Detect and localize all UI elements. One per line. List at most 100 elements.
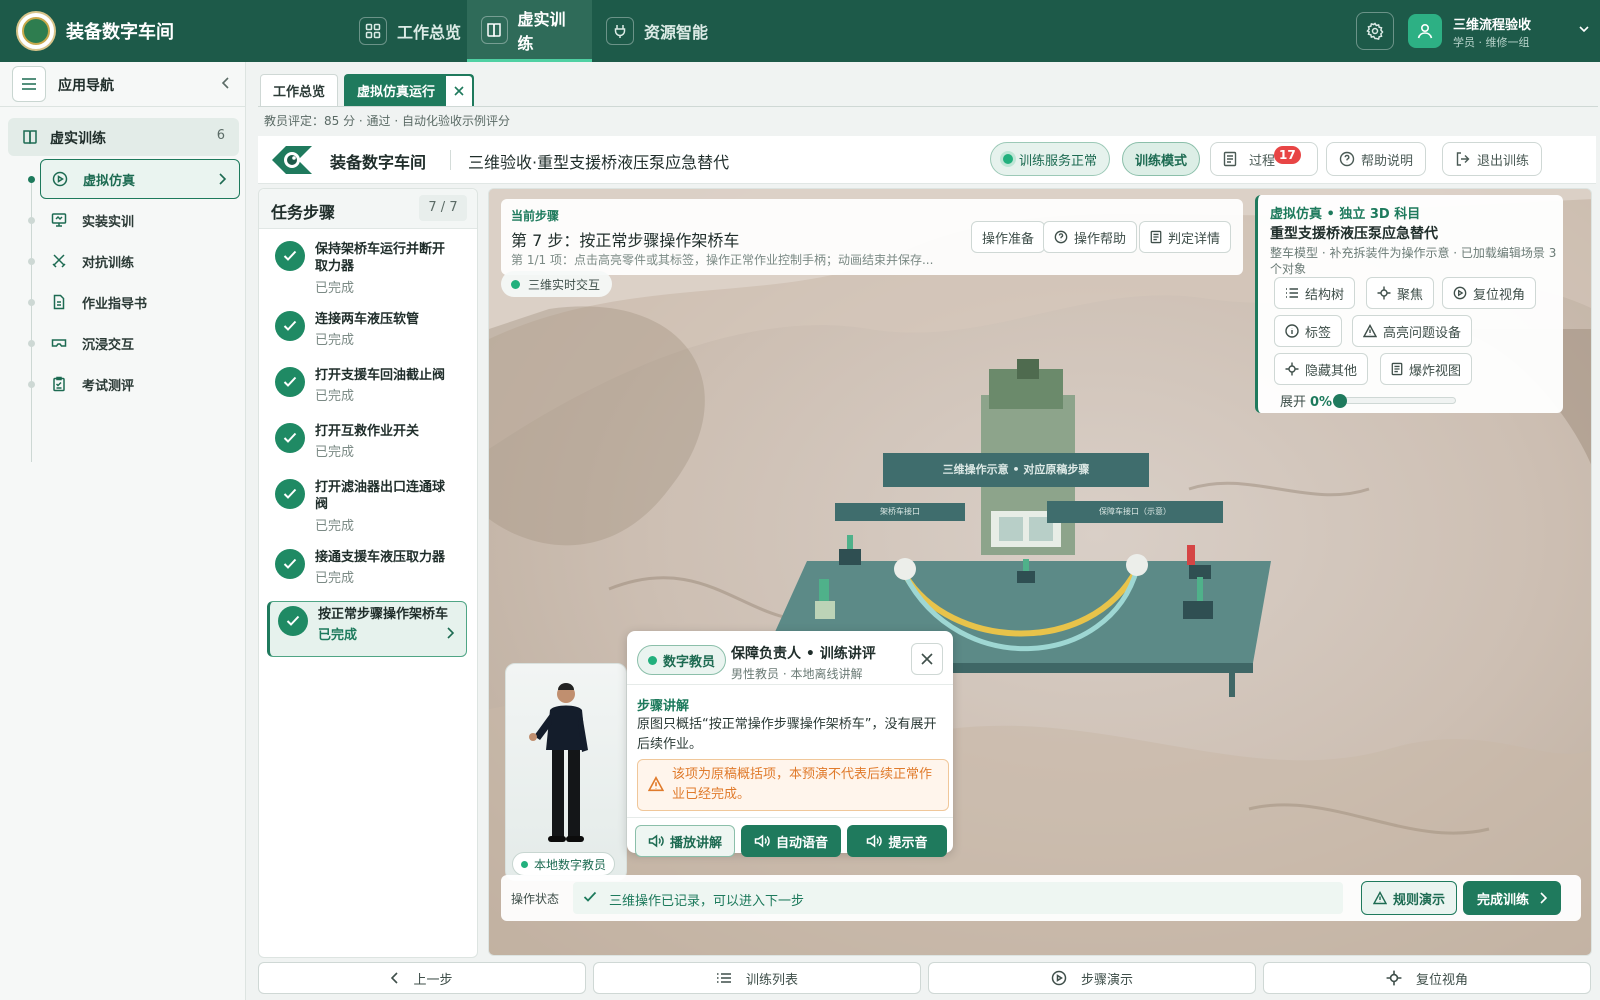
step-item[interactable]: 打开支援车回油截止阀 已完成: [267, 363, 467, 411]
sidebar-item-immersive[interactable]: 沉浸交互: [40, 323, 240, 363]
vr-headset-icon: [50, 335, 68, 351]
sidebar-group-virtual-training[interactable]: 虚实训练 6: [8, 118, 239, 156]
sidebar-item-label: 实装实训: [82, 214, 135, 230]
slider-knob[interactable]: [1333, 394, 1347, 408]
grid-icon: [359, 17, 387, 45]
current-step-title: 第 7 步：按正常步骤操作架桥车: [511, 231, 740, 250]
current-step-label: 当前步骤: [511, 209, 560, 223]
topnav-work-overview[interactable]: 工作总览: [345, 0, 475, 62]
current-step-detail: 第 1/1 项：点击高亮零件或其标签，操作正常作业控制手柄；动画结束并保存...: [511, 253, 934, 267]
warning-box: 该项为原稿概括项，本预演不代表后续正常作业已经完成。: [637, 759, 949, 811]
training-list-button[interactable]: 训练列表: [593, 962, 921, 994]
sidebar-item-equipment-training[interactable]: 实装实训: [40, 200, 240, 240]
training-header: 装备数字车间 三维验收·重型支援桥液压泵应急替代 训练服务正常 训练模式 过程 …: [258, 136, 1596, 184]
step-item[interactable]: 连接两车液压软管 已完成: [267, 307, 467, 355]
step-demo-button[interactable]: 步骤演示: [928, 962, 1256, 994]
book-icon: [22, 129, 38, 145]
app-logo: [16, 11, 56, 51]
step-status: 已完成: [318, 628, 358, 643]
virtual-simulation-panel: 虚拟仿真 • 独立 3D 科目 重型支援桥液压泵应急替代 整车模型 · 补充拆装…: [1255, 195, 1563, 413]
crosshair-icon: [1377, 286, 1391, 300]
check-icon: [275, 367, 305, 397]
close-tab-icon[interactable]: [445, 74, 474, 107]
user-menu[interactable]: 三维流程验收 学员 · 维修一组: [1408, 8, 1592, 54]
tab-work-overview[interactable]: 工作总览: [260, 74, 339, 106]
live-tag-label: 三维实时交互: [528, 277, 601, 292]
help-button[interactable]: 帮助说明: [1326, 142, 1427, 176]
check-icon: [278, 606, 308, 636]
finish-training-button[interactable]: 完成训练: [1463, 881, 1561, 915]
divider: [450, 150, 451, 170]
warning-icon: [1372, 891, 1387, 905]
prompt-sound-button[interactable]: 提示音: [847, 825, 947, 857]
sidebar-group-label: 虚实训练: [50, 131, 106, 147]
collapse-sidebar-icon[interactable]: [220, 76, 232, 90]
step-item[interactable]: 打开互救作业开关 已完成: [267, 419, 467, 467]
speaker-icon: [648, 834, 664, 848]
warning-icon: [1363, 324, 1377, 338]
previous-step-button[interactable]: 上一步: [258, 962, 586, 994]
check-icon: [275, 479, 305, 509]
operation-help-button[interactable]: 操作帮助: [1043, 221, 1138, 253]
instructor-dialog: 数字教员 保障负责人 • 训练讲评 男性教员 · 本地离线讲解 步骤讲解 原图只…: [627, 631, 953, 857]
mode-label: 训练模式: [1135, 153, 1188, 169]
button-label: 训练列表: [745, 972, 798, 988]
expand-slider[interactable]: [1333, 394, 1456, 408]
play-circle-icon: [1051, 970, 1067, 986]
button-label: 操作帮助: [1074, 231, 1127, 247]
process-button[interactable]: 过程 17: [1210, 142, 1318, 176]
sidebar: 应用导航 虚实训练 6 虚拟仿真 实装实训 对抗训练 作业指导书 沉浸交互 考试…: [0, 62, 246, 1000]
judgement-details-button[interactable]: 判定详情: [1139, 221, 1232, 253]
sidebar-item-work-instructions[interactable]: 作业指导书: [40, 282, 240, 322]
training-mode-button[interactable]: 训练模式: [1122, 142, 1201, 176]
operation-prep-button[interactable]: 操作准备: [971, 221, 1046, 253]
step-item[interactable]: 接通支援车液压取力器 已完成: [267, 545, 467, 593]
highlight-issue-button[interactable]: 高亮问题设备: [1352, 315, 1473, 347]
exit-icon: [1455, 151, 1471, 167]
sidebar-item-confrontation[interactable]: 对抗训练: [40, 241, 240, 281]
3d-scene-viewport[interactable]: 三维操作示意 • 对应原稿步骤 架桥车接口 保障车接口（示意） 当前步骤 第 7…: [488, 188, 1592, 956]
exploded-view-button[interactable]: 爆炸视图: [1380, 353, 1473, 385]
button-label: 提示音: [888, 835, 928, 851]
instructor-avatar: [529, 683, 588, 842]
avatar: [1408, 14, 1442, 48]
scene-label-right[interactable]: 保障车接口（示意）: [1047, 501, 1223, 523]
button-label: 爆炸视图: [1409, 363, 1462, 379]
step-item[interactable]: 按正常步骤操作架桥车 已完成: [267, 601, 467, 657]
topnav-virtual-training[interactable]: 虚实训练: [467, 0, 592, 62]
structure-tree-button[interactable]: 结构树: [1274, 277, 1356, 309]
step-item[interactable]: 打开滤油器出口连通球阀 已完成: [267, 475, 467, 537]
menu-toggle-button[interactable]: [12, 66, 46, 102]
tab-virtual-simulation-run[interactable]: 虚拟仿真运行: [344, 74, 475, 107]
rule-demo-button[interactable]: 规则演示: [1361, 881, 1457, 915]
status-message: 三维操作已记录，可以进入下一步: [573, 882, 1343, 914]
topnav-resource-intelligence[interactable]: 资源智能: [592, 0, 722, 62]
plug-icon: [606, 17, 634, 45]
check-icon: [275, 311, 305, 341]
app-title: 装备数字车间: [66, 22, 174, 43]
reset-view-button[interactable]: 复位视角: [1442, 277, 1537, 309]
scene-label-left[interactable]: 架桥车接口: [835, 503, 965, 521]
labels-button[interactable]: 标签: [1274, 315, 1343, 347]
info-icon: [1285, 324, 1299, 338]
step-status: 已完成: [315, 445, 355, 460]
exit-training-button[interactable]: 退出训练: [1442, 142, 1543, 176]
step-title: 连接两车液压软管: [315, 312, 420, 327]
sidebar-item-virtual-simulation[interactable]: 虚拟仿真: [40, 159, 240, 199]
sidebar-item-exam[interactable]: 考试测评: [40, 364, 240, 404]
auto-voice-button[interactable]: 自动语音: [741, 825, 841, 857]
document-icon: [1223, 151, 1237, 167]
settings-button[interactable]: [1356, 12, 1394, 50]
play-explanation-button[interactable]: 播放讲解: [635, 825, 735, 857]
chevron-right-icon: [1539, 892, 1547, 904]
play-circle-icon: [51, 171, 69, 187]
instructor-tag-label: 本地数字教员: [534, 857, 607, 872]
step-item[interactable]: 保持架桥车运行并断开取力器 已完成: [267, 237, 467, 299]
panel-description: 整车模型 · 补充拆装件为操作示意 · 已加载编辑场景 3 个对象: [1270, 246, 1557, 275]
status-text: 三维操作已记录，可以进入下一步: [609, 894, 805, 909]
reset-view-bottom-button[interactable]: 复位视角: [1263, 962, 1591, 994]
focus-button[interactable]: 聚焦: [1366, 277, 1435, 309]
explain-text: 原图只概括“按正常操作步骤操作架桥车”，没有展开后续作业。: [637, 717, 937, 752]
close-dialog-button[interactable]: [911, 643, 943, 675]
hide-others-button[interactable]: 隐藏其他: [1274, 353, 1369, 385]
